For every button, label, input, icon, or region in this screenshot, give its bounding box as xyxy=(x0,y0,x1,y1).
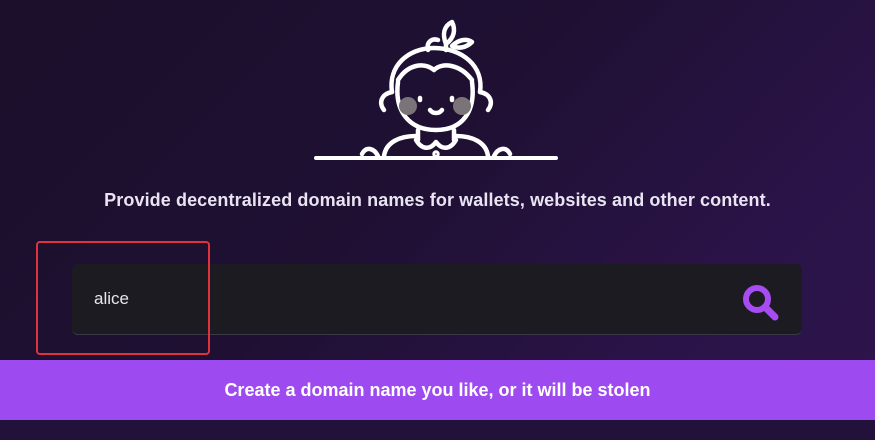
promo-banner: Create a domain name you like, or it wil… xyxy=(0,360,875,420)
search-icon[interactable] xyxy=(740,282,780,322)
girl-avatar-icon xyxy=(314,19,558,160)
domain-search-box[interactable] xyxy=(72,264,802,335)
banner-text: Create a domain name you like, or it wil… xyxy=(224,379,651,400)
footer-strip xyxy=(0,420,875,440)
tagline: Provide decentralized domain names for w… xyxy=(104,190,771,210)
domain-search-input[interactable] xyxy=(94,264,714,334)
